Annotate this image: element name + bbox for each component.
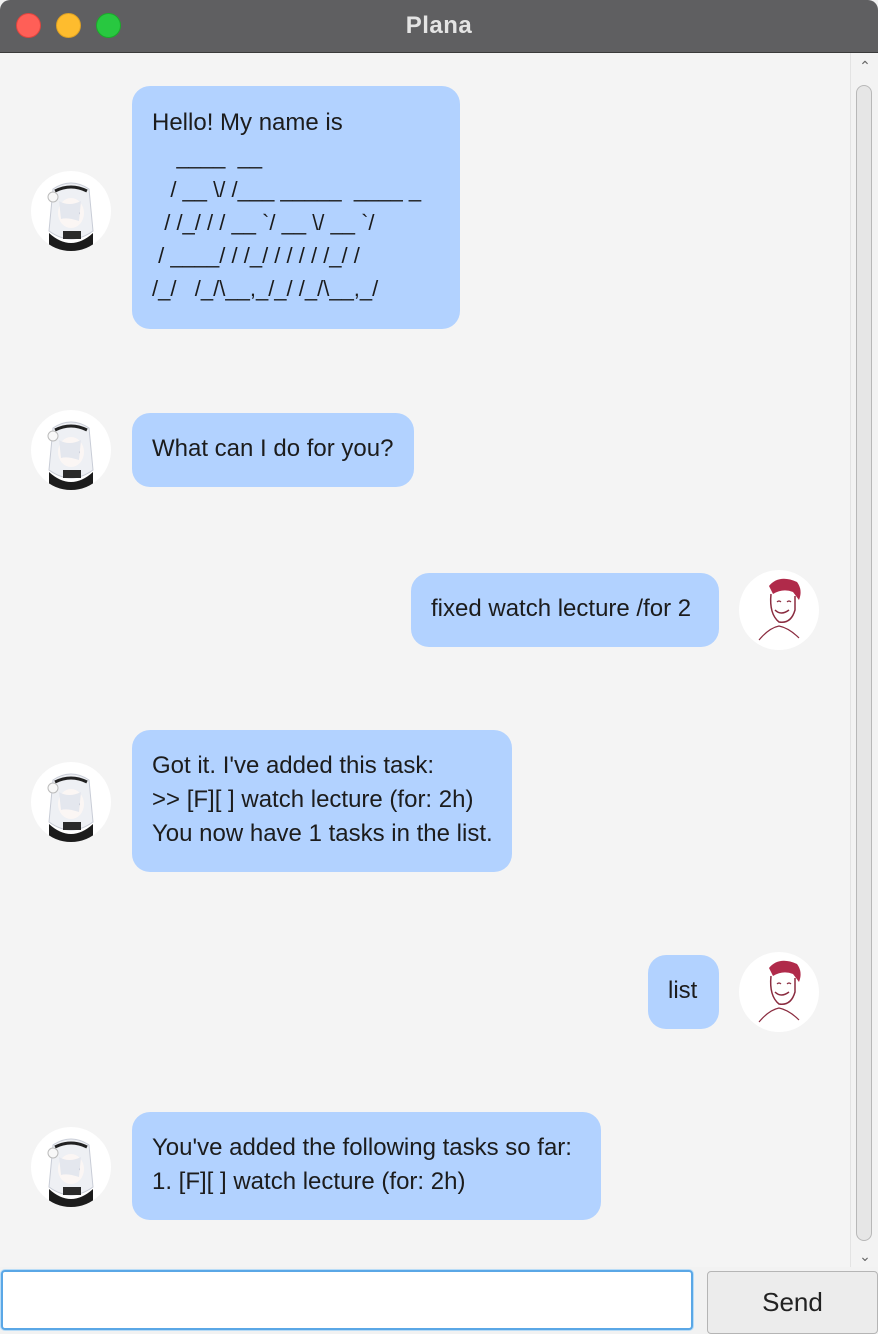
message-line: You now have 1 tasks in the list. <box>152 820 493 847</box>
bot-avatar-icon <box>47 421 94 490</box>
message-line: /_/ /_/\__,_/_/ /_/\__,_/ <box>152 276 379 301</box>
bot-avatar <box>31 1127 111 1207</box>
window-title: Plana <box>405 12 473 39</box>
bot-message-bubble: Hello! My name is ____ __ / __ \/ /___ _… <box>132 86 460 329</box>
user-avatar <box>739 952 819 1032</box>
message-line: list <box>668 977 698 1004</box>
message-line: / ____/ / /_/ / / / / /_/ / <box>152 243 360 268</box>
bot-avatar-icon <box>47 1138 94 1207</box>
bot-message-bubble: You've added the following tasks so far:… <box>132 1112 601 1220</box>
scroll-down-icon[interactable]: ⌄ <box>856 1247 874 1265</box>
bot-avatar <box>31 171 111 251</box>
message-line: / __ \/ /___ _____ ____ _ <box>152 177 422 202</box>
message-input[interactable] <box>1 1270 693 1330</box>
bot-avatar <box>31 410 111 490</box>
user-avatar-icon <box>758 578 801 641</box>
bot-avatar <box>31 762 111 842</box>
bot-avatar-icon <box>47 773 94 842</box>
window-titlebar: Plana <box>0 0 878 53</box>
message-line: / /_/ / / __ `/ __ \/ __ `/ <box>152 210 375 235</box>
user-message-bubble: list <box>648 955 719 1029</box>
message-line: fixed watch lecture /for 2 <box>431 595 692 622</box>
scroll-up-icon[interactable]: ⌃ <box>856 57 874 75</box>
user-avatar <box>739 570 819 650</box>
message-line: 1. [F][ ] watch lecture (for: 2h) <box>152 1168 466 1195</box>
user-avatar-icon <box>758 960 801 1023</box>
bot-message-bubble: Got it. I've added this task: >> [F][ ] … <box>132 730 512 872</box>
bot-avatar-icon <box>47 182 94 251</box>
vertical-scrollbar[interactable]: ⌃ ⌄ <box>850 53 878 1267</box>
message-line: ____ __ <box>152 144 263 169</box>
message-line: You've added the following tasks so far: <box>152 1134 572 1161</box>
chat-scroll-pane[interactable]: Hello! My name is ____ __ / __ \/ /___ _… <box>0 53 850 1267</box>
bot-message-bubble: What can I do for you? <box>132 413 414 487</box>
scrollbar-thumb[interactable] <box>856 85 872 1241</box>
send-button[interactable]: Send <box>707 1271 878 1334</box>
message-line: Hello! My name is <box>152 109 343 136</box>
message-line: Got it. I've added this task: <box>152 752 435 779</box>
message-line: >> [F][ ] watch lecture (for: 2h) <box>152 786 474 813</box>
message-line: What can I do for you? <box>152 435 394 462</box>
user-message-bubble: fixed watch lecture /for 2 <box>411 573 719 647</box>
